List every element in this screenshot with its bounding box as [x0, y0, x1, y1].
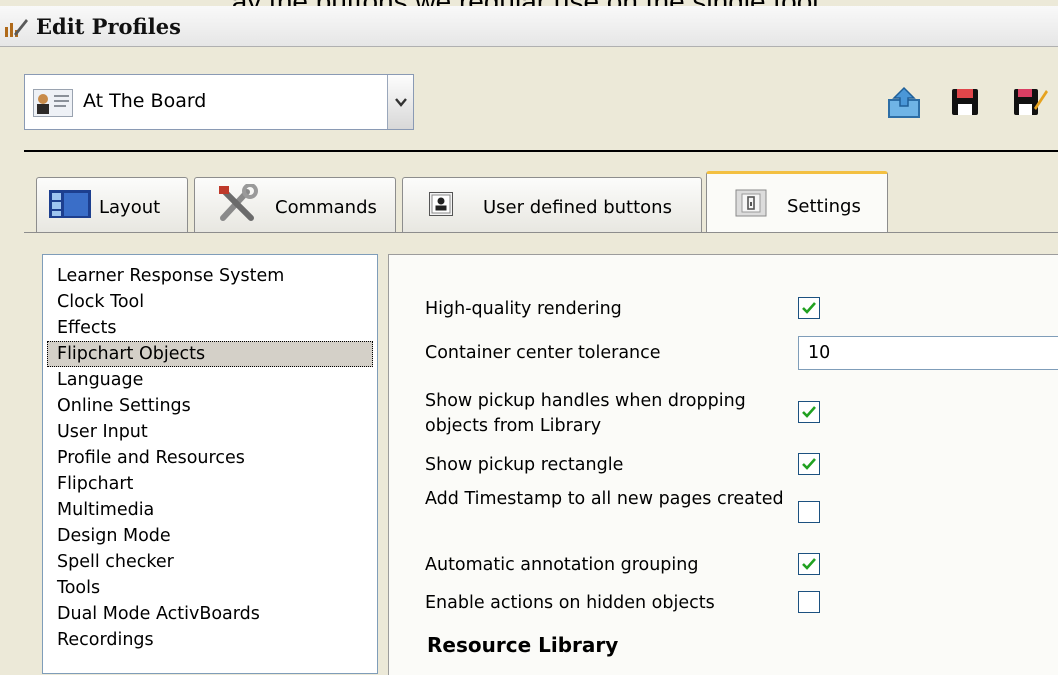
profile-dropdown[interactable]: At The Board [24, 74, 414, 130]
edit-profiles-icon [4, 16, 28, 38]
list-item[interactable]: Dual Mode ActivBoards [47, 601, 373, 627]
export-profile-icon[interactable] [886, 84, 922, 120]
save-profile-icon[interactable] [948, 84, 984, 120]
list-item[interactable]: Multimedia [47, 497, 373, 523]
tab-settings[interactable]: Settings [706, 171, 888, 233]
window-title-bar: Edit Profiles [0, 6, 1058, 47]
automatic-annotation-grouping-label: Automatic annotation grouping [425, 555, 699, 575]
high-quality-rendering-checkbox[interactable] [798, 297, 820, 319]
tab-layout[interactable]: Layout [36, 177, 188, 232]
add-timestamp-label: Add Timestamp to all new pages created [425, 489, 784, 509]
list-item[interactable]: Effects [47, 315, 373, 341]
list-item[interactable]: Clock Tool [47, 289, 373, 315]
container-center-tolerance-label: Container center tolerance [425, 343, 661, 363]
tab-strip-baseline [24, 232, 1058, 233]
list-item[interactable]: Recordings [47, 627, 373, 653]
window-title: Edit Profiles [36, 14, 181, 39]
list-item[interactable]: Learner Response System [47, 263, 373, 289]
high-quality-rendering-label: High-quality rendering [425, 299, 622, 319]
list-item-selected[interactable]: Flipchart Objects [47, 341, 373, 367]
header-separator [24, 150, 1058, 152]
list-item[interactable]: Spell checker [47, 549, 373, 575]
profile-card-icon [33, 89, 73, 117]
profile-selected-value: At The Board [83, 90, 207, 112]
tab-commands-label: Commands [275, 197, 377, 218]
list-item[interactable]: Flipchart [47, 471, 373, 497]
show-pickup-handles-checkbox[interactable] [798, 401, 820, 423]
checkmark-icon [802, 302, 816, 314]
show-pickup-handles-label: Show pickup handles when dropping object… [425, 391, 746, 436]
container-center-tolerance-input[interactable]: 10 [798, 336, 1058, 370]
tools-icon [217, 183, 261, 228]
user-button-icon [429, 192, 453, 220]
enable-actions-hidden-checkbox[interactable] [798, 591, 820, 613]
tab-settings-label: Settings [787, 196, 861, 217]
list-item[interactable]: Design Mode [47, 523, 373, 549]
tab-layout-label: Layout [99, 197, 161, 218]
list-item[interactable]: Language [47, 367, 373, 393]
add-timestamp-checkbox[interactable] [798, 501, 820, 523]
chevron-down-icon[interactable] [387, 75, 413, 129]
checkmark-icon [802, 406, 816, 418]
enable-actions-hidden-label: Enable actions on hidden objects [425, 593, 715, 613]
show-pickup-rectangle-checkbox[interactable] [798, 453, 820, 475]
list-item[interactable]: User Input [47, 419, 373, 445]
checkmark-icon [802, 558, 816, 570]
checkmark-icon [802, 458, 816, 470]
list-item[interactable]: Online Settings [47, 393, 373, 419]
settings-panel: High-quality rendering Container center … [388, 254, 1058, 675]
resource-library-heading: Resource Library [427, 633, 619, 657]
settings-category-list[interactable]: Learner Response System Clock Tool Effec… [42, 254, 378, 674]
automatic-annotation-grouping-checkbox[interactable] [798, 553, 820, 575]
tab-user-defined-buttons[interactable]: User defined buttons [402, 177, 702, 232]
show-pickup-rectangle-label: Show pickup rectangle [425, 455, 624, 475]
list-item[interactable]: Tools [47, 575, 373, 601]
tab-commands[interactable]: Commands [194, 177, 396, 232]
rename-profile-icon[interactable] [1012, 84, 1048, 120]
layout-icon [49, 190, 91, 222]
settings-icon [735, 189, 767, 221]
list-item[interactable]: Profile and Resources [47, 445, 373, 471]
tab-user-defined-buttons-label: User defined buttons [483, 197, 672, 218]
